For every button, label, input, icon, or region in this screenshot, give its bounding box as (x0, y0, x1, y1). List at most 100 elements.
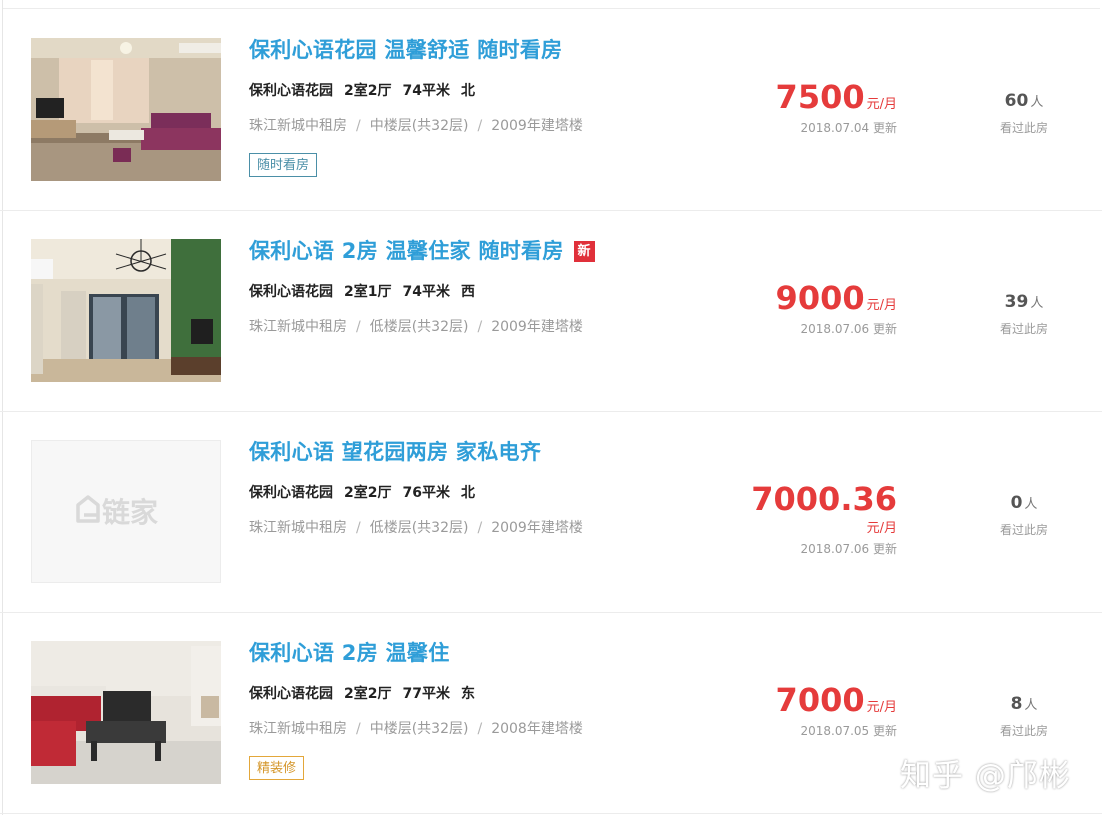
build-year: 2009年建塔楼 (491, 520, 583, 536)
price-box: 7500 元/月 2018.07.04 更新 (776, 79, 897, 136)
views-label: 看过此房 (999, 724, 1048, 738)
district[interactable]: 珠江新城中租房 (249, 721, 347, 737)
community-name[interactable]: 保利心语花园 (249, 83, 333, 99)
separator: / (356, 520, 361, 536)
listing-meta: 珠江新城中租房 / 中楼层(共32层) / 2008年建塔楼 (249, 718, 583, 738)
placeholder-logo-text: 链家 (102, 496, 158, 529)
separator: / (356, 319, 361, 335)
views-label: 看过此房 (999, 322, 1048, 336)
listing-photo-placeholder[interactable]: 链家 (31, 440, 221, 583)
listing-info: 保利心语花园 2室1厅 74平米西 (249, 281, 486, 301)
separator: / (477, 319, 483, 335)
feature-tag: 随时看房 (249, 153, 318, 177)
room-area: 77平米 (402, 686, 450, 702)
separator: / (356, 721, 361, 737)
room-layout: 2室2厅 (344, 686, 392, 702)
listing-item: 链家 保利心语 望花园两房 家私电齐 保利心语花园 2室2厅 76平米北 珠江新城中… (0, 411, 1102, 613)
district[interactable]: 珠江新城中租房 (249, 118, 347, 134)
room-layout: 2室1厅 (344, 284, 392, 300)
listing-photo[interactable] (31, 641, 221, 784)
price-value: 7000 (775, 681, 865, 719)
views-count: 0 (1010, 493, 1023, 513)
listing-title[interactable]: 保利心语 2房 温馨住 (249, 637, 450, 667)
living-room-photo (31, 239, 221, 382)
price-unit: 元/月 (866, 298, 897, 313)
listing-title[interactable]: 保利心语花园 温馨舒适 随时看房 (249, 34, 562, 64)
feature-tag: 精装修 (249, 756, 305, 780)
room-layout: 2室2厅 (344, 83, 392, 99)
price-box: 9000 元/月 2018.07.06 更新 (776, 280, 897, 337)
room-layout: 2室2厅 (344, 485, 392, 501)
views-box: 39 人 看过此房 (994, 292, 1054, 337)
living-room-photo (31, 38, 221, 181)
views-box: 60 人 看过此房 (994, 91, 1054, 136)
orientation: 西 (460, 284, 475, 300)
update-date: 2018.07.06 更新 (800, 322, 897, 336)
separator: / (477, 520, 483, 536)
views-label: 看过此房 (999, 523, 1048, 537)
price-unit: 元/月 (866, 97, 897, 112)
listing-title[interactable]: 保利心语 2房 温馨住家 随时看房新 (249, 235, 595, 265)
build-year: 2008年建塔楼 (491, 721, 583, 737)
lianjia-logo-icon: 链家 (76, 495, 158, 529)
price-value: 7500 (775, 78, 865, 116)
orientation: 北 (460, 83, 475, 99)
price-box: 7000.36 元/月 2018.07.06 更新 (751, 481, 897, 557)
price-box: 7000 元/月 2018.07.05 更新 (776, 682, 897, 739)
views-count: 8 (1010, 694, 1023, 714)
community-name[interactable]: 保利心语花园 (249, 284, 333, 300)
room-area: 76平米 (402, 485, 450, 501)
listing-item: 保利心语 2房 温馨住家 随时看房新 保利心语花园 2室1厅 74平米西 珠江新城中… (0, 210, 1102, 412)
community-name[interactable]: 保利心语花园 (249, 686, 333, 702)
listing-info: 保利心语花园 2室2厅 77平米东 (249, 683, 486, 703)
views-count: 60 (1004, 91, 1029, 111)
price-unit: 元/月 (866, 700, 897, 715)
listing-title-text[interactable]: 保利心语 望花园两房 家私电齐 (249, 440, 541, 464)
separator: / (356, 118, 361, 134)
listing-info: 保利心语花园 2室2厅 76平米北 (249, 482, 486, 502)
orientation: 北 (460, 485, 475, 501)
views-unit: 人 (1024, 698, 1038, 713)
separator: / (477, 118, 483, 134)
district[interactable]: 珠江新城中租房 (249, 319, 347, 335)
listing-title[interactable]: 保利心语 望花园两房 家私电齐 (249, 436, 541, 466)
price-value: 9000 (775, 279, 865, 317)
listing-meta: 珠江新城中租房 / 中楼层(共32层) / 2009年建塔楼 (249, 115, 583, 135)
listing-meta: 珠江新城中租房 / 低楼层(共32层) / 2009年建塔楼 (249, 517, 583, 537)
listing-photo[interactable] (31, 239, 221, 382)
price-value: 7000.36 (751, 480, 897, 518)
views-label: 看过此房 (999, 121, 1048, 135)
listing-title-text[interactable]: 保利心语 2房 温馨住家 随时看房 (249, 239, 564, 263)
community-name[interactable]: 保利心语花园 (249, 485, 333, 501)
floor: 中楼层(共32层) (369, 721, 469, 737)
separator: / (477, 721, 483, 737)
listing-list: 保利心语花园 温馨舒适 随时看房 保利心语花园 2室2厅 74平米北 珠江新城中租房… (0, 0, 1102, 815)
update-date: 2018.07.06 更新 (800, 542, 897, 556)
build-year: 2009年建塔楼 (491, 118, 583, 134)
views-box: 0人 看过此房 (994, 493, 1054, 538)
views-unit: 人 (1030, 296, 1044, 311)
new-badge: 新 (573, 241, 595, 262)
living-room-photo (31, 641, 221, 784)
listing-photo[interactable] (31, 38, 221, 181)
update-date: 2018.07.05 更新 (800, 724, 897, 738)
orientation: 东 (460, 686, 475, 702)
listing-title-text[interactable]: 保利心语 2房 温馨住 (249, 641, 450, 665)
listing-title-text[interactable]: 保利心语花园 温馨舒适 随时看房 (249, 38, 562, 62)
listing-item: 保利心语花园 温馨舒适 随时看房 保利心语花园 2室2厅 74平米北 珠江新城中租房… (0, 9, 1102, 211)
listing-info: 保利心语花园 2室2厅 74平米北 (249, 80, 486, 100)
views-box: 8人 看过此房 (994, 694, 1054, 739)
floor: 低楼层(共32层) (369, 319, 469, 335)
listing-meta: 珠江新城中租房 / 低楼层(共32层) / 2009年建塔楼 (249, 316, 583, 336)
views-unit: 人 (1030, 95, 1044, 110)
views-unit: 人 (1024, 497, 1038, 512)
views-count: 39 (1004, 292, 1029, 312)
floor: 低楼层(共32层) (369, 520, 469, 536)
district[interactable]: 珠江新城中租房 (249, 520, 347, 536)
zhihu-watermark: 知乎 @邝彬 (900, 758, 1071, 794)
floor: 中楼层(共32层) (369, 118, 469, 134)
room-area: 74平米 (402, 83, 450, 99)
price-unit: 元/月 (866, 521, 897, 536)
update-date: 2018.07.04 更新 (800, 121, 897, 135)
build-year: 2009年建塔楼 (491, 319, 583, 335)
